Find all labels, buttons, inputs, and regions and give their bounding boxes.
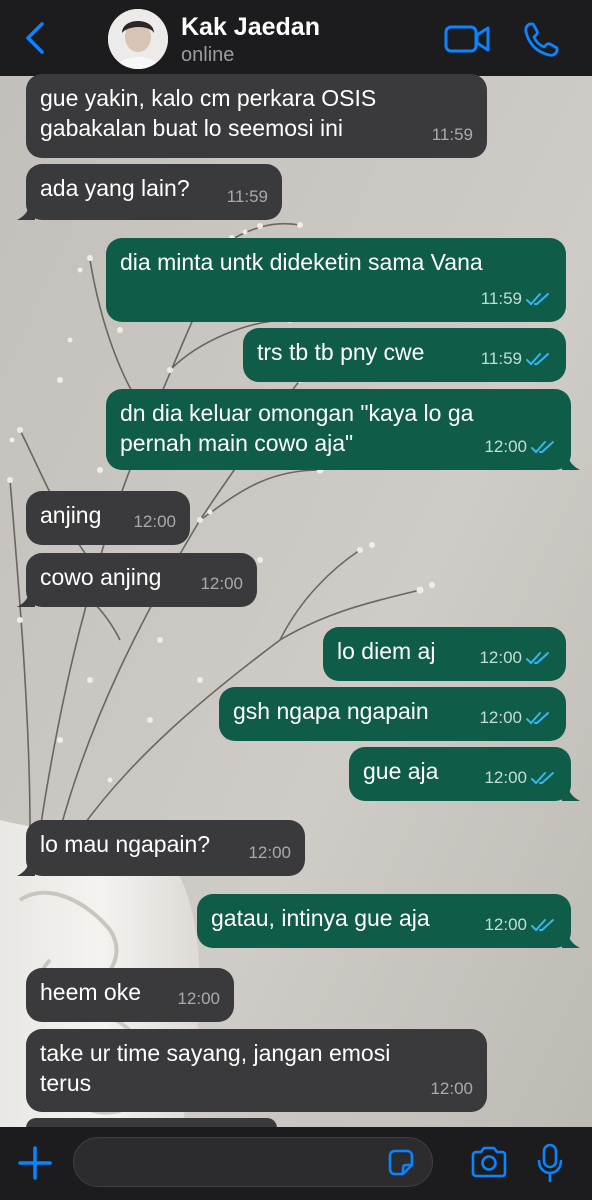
message-bubble-outgoing[interactable]: dia minta untk dideketin sama Vana 11:59: [106, 238, 566, 322]
message-bubble-outgoing[interactable]: dn dia keluar omongan "kaya lo ga pernah…: [106, 389, 580, 470]
sticker-icon[interactable]: [386, 1148, 416, 1178]
message-time: 12:00: [484, 437, 527, 456]
bubble-tail: [562, 932, 580, 948]
contact-status: online: [181, 44, 235, 66]
microphone-icon[interactable]: [536, 1143, 564, 1183]
plus-icon[interactable]: [18, 1146, 52, 1180]
double-check-icon: [526, 293, 549, 306]
message-time: 12:00: [200, 574, 243, 593]
message-time: 11:59: [226, 187, 268, 206]
camera-icon[interactable]: [470, 1146, 508, 1178]
contact-name: Kak Jaedan: [181, 13, 320, 41]
message-bubble-incoming[interactable]: heem oke 12:00: [26, 968, 234, 1022]
video-camera-icon[interactable]: [444, 22, 490, 56]
message-time: 12:00: [248, 843, 291, 862]
message-time: 12:00: [479, 648, 522, 667]
message-time: 12:00: [484, 915, 527, 934]
message-time: 12:00: [133, 512, 176, 531]
message-bubble-incoming[interactable]: take ur time sayang, jangan emosi terus …: [26, 1029, 487, 1112]
message-text: gue yakin, kalo cm perkara OSIS gabakala…: [40, 85, 377, 141]
message-time: 12:00: [430, 1079, 473, 1098]
bubble-tail: [562, 785, 580, 801]
message-time: 11:59: [480, 349, 522, 368]
message-bubble-outgoing[interactable]: gsh ngapa ngapain 12:00: [219, 687, 566, 741]
message-bubble-outgoing[interactable]: trs tb tb pny cwe 11:59: [243, 328, 566, 382]
double-check-icon: [531, 772, 554, 785]
message-time: 11:59: [431, 125, 473, 144]
message-time: 12:00: [479, 708, 522, 727]
message-bubble-incoming[interactable]: anjing 12:00: [26, 491, 190, 545]
message-bubble-outgoing[interactable]: gatau, intinya gue aja 12:00: [197, 894, 580, 948]
message-bubble-incoming[interactable]: gue yakin, kalo cm perkara OSIS gabakala…: [26, 74, 487, 158]
message-time: 12:00: [484, 768, 527, 787]
double-check-icon: [531, 919, 554, 932]
phone-icon[interactable]: [521, 20, 561, 60]
message-bubble-incoming[interactable]: cowo anjing 12:00: [17, 553, 257, 607]
double-check-icon: [526, 652, 549, 665]
double-check-icon: [526, 712, 549, 725]
message-bubble-outgoing[interactable]: lo diem aj 12:00: [323, 627, 566, 681]
bubble-tail: [17, 204, 35, 220]
double-check-icon: [526, 353, 549, 366]
bubble-tail: [17, 860, 35, 876]
message-bubble-incoming[interactable]: ada yang lain? 11:59: [17, 164, 282, 220]
message-input[interactable]: [73, 1137, 433, 1187]
message-bubble-outgoing[interactable]: gue aja 12:00: [349, 747, 580, 801]
contact-info[interactable]: Kak Jaedan online: [181, 12, 320, 68]
message-text: take ur time sayang, jangan emosi terus: [40, 1040, 391, 1096]
message-time: 11:59: [480, 289, 522, 308]
bubble-tail: [562, 454, 580, 470]
chevron-left-icon[interactable]: [22, 20, 50, 56]
message-bubble-incoming[interactable]: lo mau ngapain? 12:00: [17, 820, 305, 876]
message-text: dia minta untk dideketin sama Vana: [120, 249, 483, 275]
chat-header: Kak Jaedan online: [0, 0, 592, 76]
contact-avatar[interactable]: [108, 9, 168, 69]
double-check-icon: [531, 441, 554, 454]
bubble-tail: [17, 591, 35, 607]
message-time: 12:00: [177, 989, 220, 1008]
